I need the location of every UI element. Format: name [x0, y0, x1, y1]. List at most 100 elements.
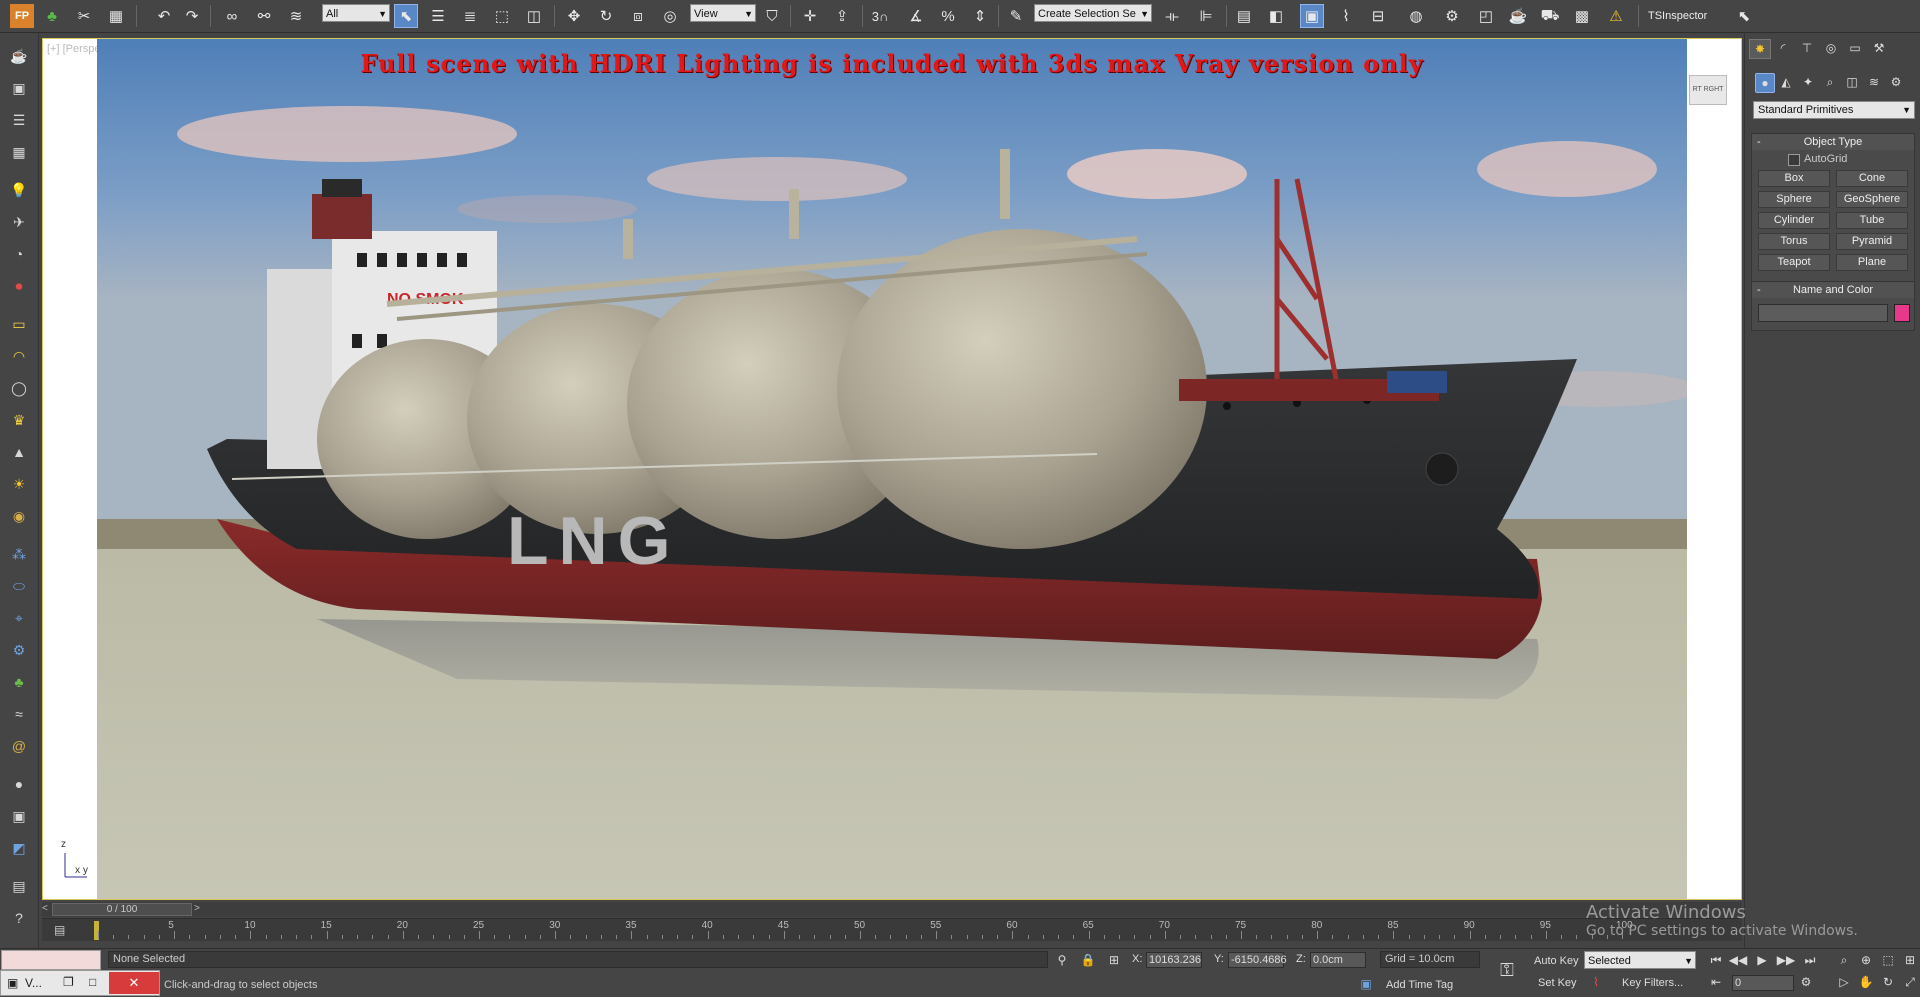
time-config-icon[interactable]: ⚙ — [1796, 973, 1816, 991]
restore-icon[interactable]: ❐ — [63, 975, 74, 989]
display-tab-icon[interactable]: ▭ — [1845, 39, 1865, 57]
box-button[interactable]: Box — [1758, 170, 1830, 187]
zoom-icon[interactable]: ⌕ — [1834, 951, 1854, 969]
close-icon[interactable]: ✕ — [109, 972, 159, 994]
named-selection-dropdown[interactable]: Create Selection Se ▼ — [1034, 4, 1152, 22]
geosphere-button[interactable]: GeoSphere — [1836, 191, 1908, 208]
crown-icon[interactable]: ♛ — [7, 409, 31, 431]
add-time-tag-label[interactable]: Add Time Tag — [1386, 979, 1453, 991]
spacewarps-icon[interactable]: ≋ — [1865, 73, 1883, 91]
current-frame-field[interactable]: 0 — [1732, 975, 1794, 991]
app-logo[interactable]: FP — [10, 4, 34, 28]
scene-render[interactable]: NO SMOK LNG Full scene with HDRI Lightin… — [97, 39, 1687, 899]
pivot-icon[interactable]: ⛉ — [760, 4, 784, 28]
schematic-icon[interactable]: ⊟ — [1366, 4, 1390, 28]
image-icon[interactable]: ▣ — [7, 77, 31, 99]
light-icon[interactable]: 💡 — [7, 179, 31, 201]
absolute-mode-icon[interactable]: ⊞ — [1104, 951, 1124, 969]
hierarchy-tab-icon[interactable]: ⊤ — [1797, 39, 1817, 57]
scale-icon[interactable]: ⧈ — [626, 4, 650, 28]
object-type-header[interactable]: - Object Type — [1752, 134, 1914, 150]
link-icon[interactable]: ∞ — [220, 4, 244, 28]
play-icon[interactable]: ▶ — [1752, 951, 1772, 969]
auto-key-button[interactable]: Auto Key — [1534, 955, 1579, 967]
snap-icon[interactable]: 3 ∩ — [868, 4, 892, 28]
ts-inspector-label[interactable]: TSInspector — [1648, 10, 1707, 22]
curve-editor-icon[interactable]: ⌇ — [1334, 4, 1358, 28]
layer-icon[interactable]: ▤ — [1232, 4, 1256, 28]
selection-lock-icon[interactable]: 🔒 — [1078, 951, 1098, 969]
zoom-all-icon[interactable]: ⊕ — [1856, 951, 1876, 969]
select-list-icon[interactable]: ≣ — [458, 4, 482, 28]
manipulate-icon[interactable]: ✛ — [798, 4, 822, 28]
keyboard-shortcut-icon[interactable]: ⇪ — [830, 4, 854, 28]
align-icon[interactable]: ⊫ — [1194, 4, 1218, 28]
sphere-button[interactable]: Sphere — [1758, 191, 1830, 208]
render-icon[interactable]: ☕ — [1506, 4, 1530, 28]
pan-icon[interactable]: ✋ — [1856, 973, 1876, 991]
rect-region-icon[interactable]: ⬚ — [490, 4, 514, 28]
plane-button[interactable]: Plane — [1836, 254, 1908, 271]
time-tag-icon[interactable]: ▣ — [1356, 975, 1376, 993]
render-frame-icon[interactable]: ◰ — [1474, 4, 1498, 28]
minimized-window-titlebar[interactable] — [1, 950, 101, 970]
modify-tab-icon[interactable]: ◜ — [1773, 39, 1793, 57]
render-setup-icon[interactable]: ⚙ — [1440, 4, 1464, 28]
select-object-icon[interactable]: ⬉ — [394, 4, 418, 28]
object-name-field[interactable] — [1758, 304, 1888, 322]
maximize-icon[interactable]: □ — [89, 975, 96, 989]
maximize-viewport-icon[interactable]: ⤢ — [1900, 973, 1920, 991]
go-to-start-icon[interactable]: ⏮ — [1706, 951, 1726, 969]
layer-explorer-icon[interactable]: ◧ — [1264, 4, 1288, 28]
collapse-icon[interactable]: - — [1757, 282, 1761, 298]
edit-named-sel-icon[interactable]: ✎ — [1004, 4, 1028, 28]
pyramid-button[interactable]: Pyramid — [1836, 233, 1908, 250]
teapot-button[interactable]: Teapot — [1758, 254, 1830, 271]
redo-icon[interactable]: ↷ — [180, 4, 204, 28]
camera-icon[interactable]: ✈ — [7, 211, 31, 233]
ball-icon[interactable]: ● — [7, 773, 31, 795]
prev-key-icon[interactable]: ◀◀ — [1728, 951, 1748, 969]
window-icon[interactable]: ▭ — [7, 313, 31, 335]
viewcube[interactable]: RT RGHT — [1689, 75, 1727, 105]
tube-button[interactable]: Tube — [1836, 212, 1908, 229]
create-tab-icon[interactable]: ✸ — [1749, 39, 1771, 59]
dome-icon[interactable]: ◠ — [7, 345, 31, 367]
plant-icon[interactable]: ♣ — [40, 4, 64, 28]
systems-icon[interactable]: ⚙ — [1887, 73, 1905, 91]
name-color-header[interactable]: - Name and Color — [1752, 282, 1914, 298]
lock-icon[interactable]: ⚲ — [1052, 951, 1072, 969]
utilities-tab-icon[interactable]: ⚒ — [1869, 39, 1889, 57]
geometry-icon[interactable]: ● — [1755, 73, 1775, 93]
gear-icon[interactable]: ⚙ — [7, 639, 31, 661]
track-bar[interactable]: ▤ 5 10 15 20 25 30 35 40 45 50 55 60 65 70 75 80 85 90 95 1… — [42, 918, 1742, 941]
rotate-icon[interactable]: ↻ — [594, 4, 618, 28]
sun-icon[interactable]: ☀ — [7, 473, 31, 495]
collapse-icon[interactable]: - — [1757, 134, 1761, 150]
fov-icon[interactable]: ▷ — [1834, 973, 1854, 991]
object-color-swatch[interactable] — [1894, 304, 1910, 322]
z-coordinate-field[interactable]: 0.0cm — [1310, 952, 1366, 968]
teapot-icon[interactable]: ☕ — [7, 45, 31, 67]
zoom-extents-all-icon[interactable]: ⊞ — [1900, 951, 1920, 969]
move-icon[interactable]: ✥ — [562, 4, 586, 28]
tools-icon[interactable]: ✂ — [72, 4, 96, 28]
percent-snap-icon[interactable]: % — [936, 4, 960, 28]
scene-explorer-icon[interactable]: ▣ — [1300, 4, 1324, 28]
mirror-icon[interactable]: ⟛ — [1160, 4, 1184, 28]
render-iterative-icon[interactable]: ▩ — [1570, 4, 1594, 28]
next-key-icon[interactable]: ▶▶ — [1776, 951, 1796, 969]
grid-icon[interactable]: ▦ — [104, 4, 128, 28]
snail-icon[interactable]: @ — [7, 735, 31, 757]
spinner-snap-icon[interactable]: ⇕ — [968, 4, 992, 28]
set-key-icon[interactable]: ⚿ — [1494, 960, 1520, 980]
script-icon[interactable]: ▤ — [7, 875, 31, 897]
key-mode-toggle-icon[interactable]: ⇤ — [1706, 973, 1726, 991]
cameras-icon[interactable]: ⌕ — [1821, 73, 1839, 91]
rotate-tool-icon[interactable]: ◔ — [7, 243, 31, 265]
unlink-icon[interactable]: ⚯ — [252, 4, 276, 28]
sphere-tool-icon[interactable]: ◯ — [7, 377, 31, 399]
time-slider[interactable]: 0 / 100 — [52, 903, 192, 916]
bind-spacewarp-icon[interactable]: ≋ — [284, 4, 308, 28]
y-coordinate-field[interactable]: -6150.4686 — [1228, 952, 1287, 968]
